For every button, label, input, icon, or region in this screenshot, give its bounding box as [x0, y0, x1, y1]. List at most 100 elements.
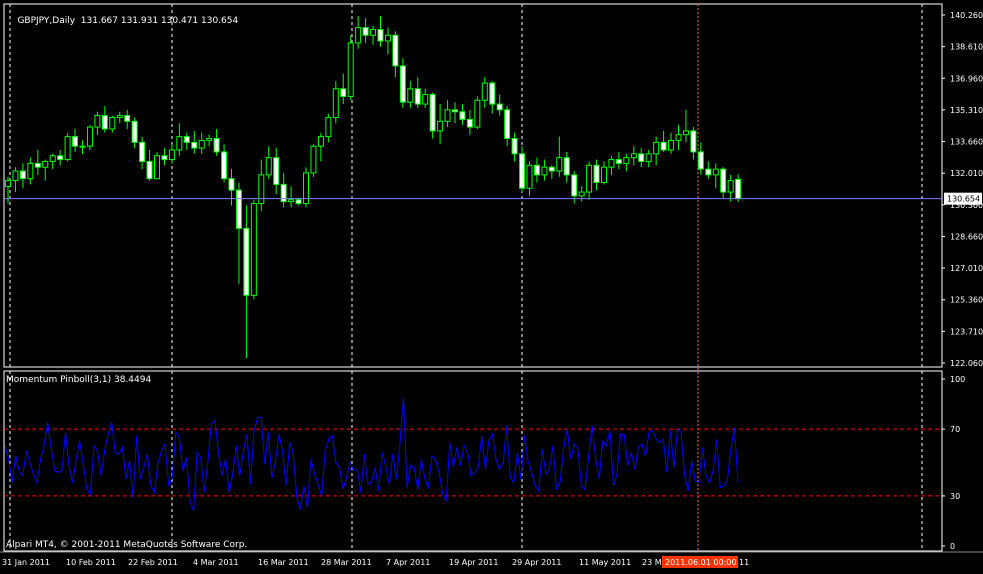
candle-body: [42, 160, 49, 168]
ohlc-readout: 131.667 131.931 130.471 130.654: [80, 16, 239, 26]
candle-body: [295, 199, 302, 205]
candle-body: [235, 189, 242, 229]
candle-body: [712, 168, 719, 176]
candle-body: [12, 170, 19, 182]
candle-body: [459, 111, 466, 120]
candle-body: [392, 34, 399, 67]
candle-body: [265, 157, 272, 176]
candle-body: [213, 138, 220, 153]
candle-body: [504, 109, 511, 140]
candle-body: [310, 145, 317, 174]
candle-body: [630, 153, 637, 159]
candle-body: [288, 199, 295, 203]
candle-body: [407, 88, 414, 103]
date-label: 2011.06.01 00:00: [665, 558, 736, 567]
candle-body: [601, 166, 607, 183]
date-label: 19 Apr 2011: [449, 558, 498, 567]
candle-body: [317, 136, 324, 147]
candle-body: [682, 130, 689, 136]
date-label: 10 Feb 2011: [66, 558, 116, 567]
candle-body: [697, 151, 704, 170]
price-tick-label: 140.260: [950, 11, 983, 20]
date-label: 11: [739, 558, 749, 567]
candle-body: [496, 103, 503, 111]
price-tick-label: 127.010: [950, 264, 983, 273]
candle-body: [675, 134, 682, 141]
candle-body: [519, 153, 526, 189]
candle-body: [444, 109, 451, 122]
date-label: 22 Feb 2011: [128, 558, 178, 567]
candle-body: [414, 88, 421, 105]
chart-svg[interactable]: 140.260 138.610 136.960 135.310 133.660 132.0…: [0, 0, 983, 570]
candle-body: [489, 82, 496, 105]
candle-body: [571, 174, 578, 197]
candle-body: [578, 191, 585, 197]
price-tick-label: 135.310: [950, 106, 983, 115]
candle-body: [668, 139, 675, 151]
candle-body: [34, 162, 41, 168]
candle-body: [139, 141, 146, 162]
price-tick-label: 132.010: [950, 169, 983, 178]
candle-body: [541, 166, 548, 176]
candle-body: [131, 120, 138, 143]
date-label: 23 M: [642, 558, 662, 567]
candle-body: [377, 29, 384, 42]
copyright-text: Alpari MT4, © 2001-2011 MetaQuotes Softw…: [6, 540, 248, 550]
candle-body: [221, 151, 228, 180]
candle-body: [340, 88, 347, 97]
candle-body: [563, 157, 570, 176]
date-label: 4 Mar 2011: [193, 558, 239, 567]
candle-body: [176, 136, 183, 151]
candle-body: [250, 203, 257, 296]
candle-body: [57, 155, 64, 161]
candle-body: [154, 155, 160, 180]
chart-window[interactable]: 140.260 138.610 136.960 135.310 133.660 132.0…: [0, 0, 983, 570]
candle-body: [608, 159, 615, 168]
candle-body: [399, 65, 406, 103]
candle-body: [362, 27, 369, 36]
indicator-header: Momentum Pinboll(3,1) 38.4494: [6, 375, 152, 385]
candle-body: [370, 29, 377, 36]
candle-body: [586, 164, 593, 193]
date-label: 28 Mar 2011: [321, 558, 372, 567]
candle-body: [116, 115, 123, 118]
candle-body: [593, 164, 600, 183]
candle-body: [72, 136, 79, 147]
candle-body: [109, 116, 116, 130]
candle-body: [5, 180, 11, 187]
candle-body: [273, 157, 280, 185]
price-tick-label: 133.660: [950, 138, 983, 147]
candle-body: [86, 126, 93, 147]
candle-body: [533, 164, 540, 176]
candle-body: [452, 109, 458, 113]
indicator-tick-label: 30: [950, 492, 960, 501]
candle-body: [727, 180, 734, 193]
price-tick-label: 136.960: [950, 74, 983, 83]
candle-body: [258, 174, 265, 205]
candle-body: [243, 227, 250, 296]
candle-body: [474, 99, 481, 128]
candle-body: [384, 34, 391, 42]
candle-body: [705, 168, 712, 176]
candle-body: [429, 94, 436, 132]
candle-body: [422, 94, 429, 105]
candle-body: [191, 141, 198, 149]
indicator-tick-label: 100: [950, 375, 965, 384]
candle-body: [623, 157, 630, 164]
candle-body: [325, 116, 332, 138]
candle-body: [19, 170, 26, 180]
candle-body: [168, 149, 175, 161]
candle-body: [347, 42, 354, 97]
candle-body: [146, 160, 153, 180]
candle-body: [49, 155, 56, 162]
candle-body: [64, 136, 71, 161]
candle-body: [638, 153, 645, 162]
price-tick-label: 128.660: [950, 232, 983, 241]
candle-body: [355, 27, 362, 44]
candle-body: [206, 138, 213, 141]
candle-body: [548, 166, 555, 172]
candle-body: [466, 118, 473, 128]
candle-body: [94, 115, 101, 128]
candle-body: [556, 157, 563, 172]
date-label: 16 Mar 2011: [258, 558, 309, 567]
